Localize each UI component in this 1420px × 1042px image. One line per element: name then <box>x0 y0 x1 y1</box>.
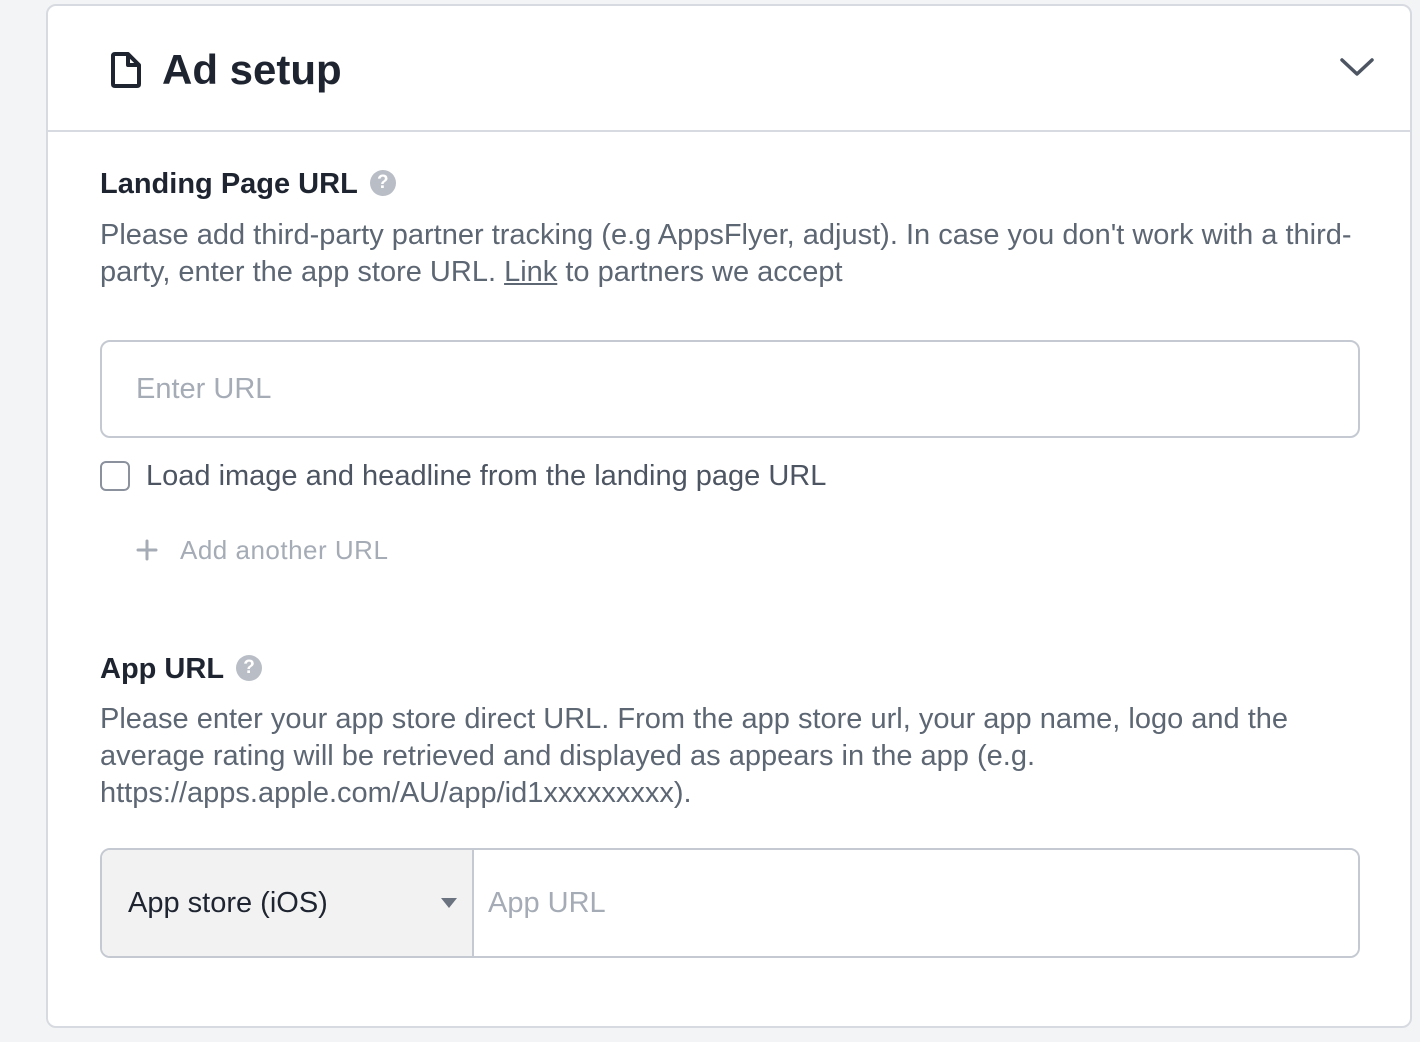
load-image-checkbox[interactable] <box>100 461 130 491</box>
app-url-title: App URL <box>100 653 225 685</box>
plus-icon <box>136 539 158 561</box>
landing-page-description: Please add third-party partner tracking … <box>100 217 1370 291</box>
app-store-select[interactable]: App store (iOS) <box>102 850 474 956</box>
app-url-heading: App URL? <box>100 651 263 687</box>
partners-link[interactable]: Link <box>504 256 557 288</box>
ad-setup-card: Ad setup Landing Page URL? Please add th… <box>46 4 1412 1028</box>
app-url-input[interactable] <box>474 850 1358 956</box>
landing-page-url-heading: Landing Page URL? <box>100 166 396 202</box>
help-icon[interactable]: ? <box>369 170 396 197</box>
document-icon <box>111 52 141 88</box>
caret-down-icon <box>441 898 457 908</box>
help-icon[interactable]: ? <box>236 655 263 682</box>
landing-page-description-suffix: to partners we accept <box>565 256 843 288</box>
add-another-url-button[interactable]: Add another URL <box>136 532 388 568</box>
load-image-checkbox-label[interactable]: Load image and headline from the landing… <box>146 460 826 493</box>
app-url-description: Please enter your app store direct URL. … <box>100 703 1289 809</box>
add-another-url-label: Add another URL <box>180 534 389 565</box>
chevron-down-icon[interactable] <box>1338 52 1376 82</box>
load-image-checkbox-row[interactable]: Load image and headline from the landing… <box>100 458 826 494</box>
app-url-input-group: App store (iOS) <box>100 848 1360 958</box>
page-title: Ad setup <box>162 46 342 93</box>
landing-page-url-input[interactable] <box>100 340 1360 438</box>
app-store-select-value: App store (iOS) <box>128 886 328 919</box>
landing-page-url-title: Landing Page URL <box>100 168 358 200</box>
ad-setup-header[interactable]: Ad setup <box>48 6 1410 132</box>
